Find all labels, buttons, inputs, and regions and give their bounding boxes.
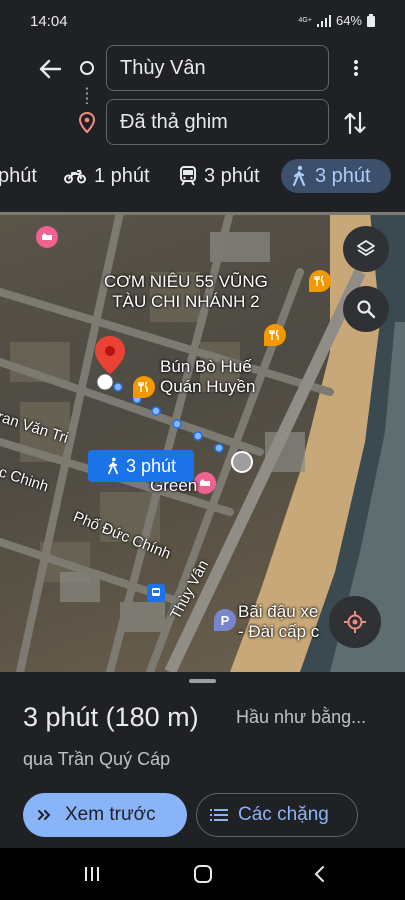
hotel-poi-icon[interactable]: [194, 472, 216, 494]
motorbike-icon: [64, 170, 86, 184]
status-time: 14:04: [30, 13, 68, 30]
swap-route-button[interactable]: [340, 108, 370, 138]
route-duration-chip[interactable]: 3 phút: [88, 450, 194, 482]
more-options-button[interactable]: [344, 54, 368, 82]
tab-driving[interactable]: phút: [0, 159, 47, 193]
route-summary-sheet[interactable]: 3 phút (180 m) Hầu như bằng... qua Trần …: [0, 672, 405, 848]
restaurant-poi-icon[interactable]: [264, 324, 286, 346]
tab-walking[interactable]: 3 phút: [281, 159, 391, 193]
layers-icon: [357, 240, 375, 256]
tab-motorbike[interactable]: 1 phút: [54, 159, 160, 193]
route-duration-text: 3 phút: [125, 455, 177, 476]
system-nav-bar: [0, 848, 405, 900]
tab-transit[interactable]: 3 phút: [170, 159, 270, 193]
destination-field[interactable]: Đã thả ghim: [106, 99, 329, 145]
status-bar: 14:04 4G+ 64%: [0, 0, 405, 40]
tab-motorbike-label: 1 phút: [94, 164, 150, 187]
sheet-drag-handle[interactable]: [189, 679, 216, 683]
transit-icon: [180, 166, 196, 186]
start-point-icon: [80, 61, 94, 75]
tab-driving-label: phút: [0, 164, 37, 187]
chevron-left-icon: [314, 866, 324, 882]
back-button[interactable]: [34, 55, 66, 83]
tab-walking-label: 3 phút: [315, 164, 371, 187]
list-icon: [210, 809, 228, 821]
preview-button-label: Xem trước: [65, 804, 156, 825]
tab-transit-label: 3 phút: [204, 164, 260, 187]
search-icon: [357, 300, 376, 319]
route-header: Thùy Vân Đã thả ghim: [0, 40, 405, 151]
recent-apps-button[interactable]: [77, 862, 107, 886]
hotel-poi-icon[interactable]: [36, 226, 58, 248]
route-time-distance: 3 phút (180 m): [23, 702, 199, 732]
swap-vert-icon: [344, 111, 366, 135]
restaurant-poi-icon[interactable]: [309, 270, 331, 292]
travel-mode-tabs: phút 1 phút 3 phút 3 phút: [0, 151, 405, 212]
my-location-button[interactable]: [329, 596, 381, 648]
map-view[interactable]: P CƠM NIÊU 55 VŨNG TÀU CHI NHÁNH 2 Bún B…: [0, 212, 405, 672]
arrow-back-icon: [39, 59, 61, 79]
preview-button[interactable]: Xem trước: [23, 793, 187, 837]
network-type: 4G+: [298, 17, 312, 24]
walk-icon: [292, 165, 306, 187]
my-location-icon: [344, 611, 366, 633]
walk-icon: [107, 457, 118, 475]
destination-pin-icon: [78, 112, 96, 134]
map-label-parking[interactable]: Bãi đậu xe - Đài cấp c: [238, 602, 319, 642]
restaurant-poi-icon[interactable]: [133, 376, 155, 398]
signal-icon: [316, 14, 331, 27]
status-icons: 4G+ 64%: [299, 13, 375, 28]
route-via: qua Trần Quý Cáp: [23, 749, 171, 769]
home-button[interactable]: [188, 862, 218, 886]
dropped-pin-marker: [95, 336, 125, 374]
steps-button-label: Các chặng: [238, 804, 329, 825]
recent-apps-icon: [85, 867, 99, 881]
route-terrain-note: Hầu như bằng...: [236, 707, 367, 727]
search-along-route-button[interactable]: [343, 286, 389, 332]
map-label-bun-bo[interactable]: Bún Bò Huế Quán Huyền: [160, 357, 255, 397]
battery-percent: 64%: [335, 13, 362, 28]
more-vert-icon: [354, 60, 358, 76]
parking-poi-icon[interactable]: P: [214, 609, 236, 631]
double-chevron-right-icon: [38, 810, 51, 820]
start-location-field[interactable]: Thùy Vân: [106, 45, 329, 91]
layers-button[interactable]: [343, 226, 389, 272]
back-nav-button[interactable]: [304, 862, 334, 886]
home-icon: [194, 865, 212, 883]
route-dots-divider: [86, 86, 88, 104]
map-label-com-nieu[interactable]: CƠM NIÊU 55 VŨNG TÀU CHI NHÁNH 2: [104, 272, 268, 312]
battery-icon: [367, 14, 375, 27]
steps-button[interactable]: Các chặng: [196, 793, 358, 837]
bus-stop-icon[interactable]: [147, 584, 165, 602]
